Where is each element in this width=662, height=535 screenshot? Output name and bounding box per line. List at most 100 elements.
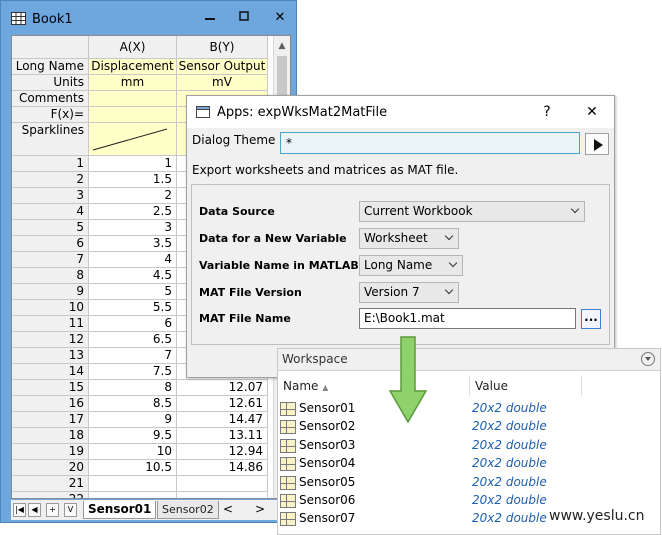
cell-a[interactable]: 10: [89, 444, 177, 460]
mat-file-name-input[interactable]: E:\Book1.mat: [359, 308, 576, 329]
cell-a[interactable]: 1: [89, 156, 177, 172]
book-close-icon[interactable]: ✕: [267, 7, 293, 29]
long-name-a[interactable]: Displacement: [89, 59, 177, 75]
help-icon[interactable]: ?: [537, 102, 557, 122]
browse-button[interactable]: ...: [581, 309, 601, 329]
cell-a[interactable]: 3.5: [89, 236, 177, 252]
theme-menu-button[interactable]: [585, 133, 609, 155]
cell-a[interactable]: 2.5: [89, 204, 177, 220]
variable-value: 20x2 double: [472, 456, 547, 471]
sheet-scroll-right[interactable]: >: [251, 501, 269, 519]
row-number[interactable]: 1: [12, 156, 89, 172]
row-number[interactable]: 6: [12, 236, 89, 252]
row-number[interactable]: 22: [12, 492, 89, 498]
dialog-theme-input[interactable]: *: [280, 132, 580, 154]
units-b[interactable]: mV: [177, 75, 268, 91]
cell-a[interactable]: 9: [89, 412, 177, 428]
cell-a[interactable]: 6: [89, 316, 177, 332]
cell-b[interactable]: 14.47: [177, 412, 268, 428]
variable-name: Sensor05: [299, 474, 356, 489]
row-number[interactable]: 17: [12, 412, 89, 428]
cell-b[interactable]: 14.86: [177, 460, 268, 476]
row-number[interactable]: 10: [12, 300, 89, 316]
variable-name-select[interactable]: Long Name: [359, 255, 463, 276]
cell-a[interactable]: [89, 476, 177, 492]
cell-b[interactable]: 12.94: [177, 444, 268, 460]
cell-a[interactable]: 5.5: [89, 300, 177, 316]
cell-a[interactable]: [89, 492, 177, 498]
maximize-icon[interactable]: [231, 7, 257, 29]
cell-a[interactable]: 1.5: [89, 172, 177, 188]
cell-a[interactable]: 8: [89, 380, 177, 396]
sheet-list-button[interactable]: V: [64, 503, 77, 517]
dialog-titlebar[interactable]: Apps: expWksMat2MatFile ? ✕: [187, 96, 614, 128]
long-name-b[interactable]: Sensor Output: [177, 59, 268, 75]
sheet-scroll-left[interactable]: <: [219, 501, 237, 519]
matrix-variable-icon: [280, 512, 296, 527]
cell-b[interactable]: 12.61: [177, 396, 268, 412]
cell-a[interactable]: 5: [89, 284, 177, 300]
grid-corner[interactable]: [12, 36, 89, 59]
row-number[interactable]: 16: [12, 396, 89, 412]
tab-sensor02[interactable]: Sensor02: [157, 501, 219, 519]
row-number[interactable]: 2: [12, 172, 89, 188]
minimize-icon[interactable]: [197, 7, 223, 29]
row-number[interactable]: 21: [12, 476, 89, 492]
scroll-up-icon[interactable]: ▲: [274, 38, 290, 54]
fx-a[interactable]: [89, 107, 177, 123]
row-number[interactable]: 20: [12, 460, 89, 476]
column-header-a[interactable]: A(X): [89, 36, 177, 59]
workspace-variable-row[interactable]: Sensor05 20x2 double: [278, 474, 660, 492]
cell-b[interactable]: 12.07: [177, 380, 268, 396]
cell-b[interactable]: 13.11: [177, 428, 268, 444]
cell-a[interactable]: 7: [89, 348, 177, 364]
row-number[interactable]: 11: [12, 316, 89, 332]
add-sheet-button[interactable]: +: [46, 503, 59, 517]
play-icon: [594, 139, 603, 151]
tab-sensor01[interactable]: Sensor01: [83, 501, 157, 519]
column-header-b[interactable]: B(Y): [177, 36, 268, 59]
cell-a[interactable]: 9.5: [89, 428, 177, 444]
row-number[interactable]: 18: [12, 428, 89, 444]
workspace-variable-row[interactable]: Sensor01 20x2 double: [278, 400, 660, 418]
variable-value: 20x2 double: [472, 437, 547, 452]
cell-a[interactable]: 7.5: [89, 364, 177, 380]
comments-a[interactable]: [89, 91, 177, 107]
cell-a[interactable]: 3: [89, 220, 177, 236]
row-number[interactable]: 5: [12, 220, 89, 236]
cell-a[interactable]: 10.5: [89, 460, 177, 476]
sparkline-a[interactable]: [89, 123, 177, 156]
row-number[interactable]: 8: [12, 268, 89, 284]
workspace-variable-row[interactable]: Sensor02 20x2 double: [278, 418, 660, 436]
first-sheet-button[interactable]: |◀: [13, 503, 26, 517]
cell-a[interactable]: 2: [89, 188, 177, 204]
down-arrow-icon: [389, 336, 427, 424]
workspace-menu-icon[interactable]: [641, 352, 655, 366]
cell-b[interactable]: [177, 476, 268, 492]
book-titlebar[interactable]: Book1 ✕: [1, 1, 296, 35]
data-source-select[interactable]: Current Workbook: [359, 201, 585, 222]
cell-a[interactable]: 4: [89, 252, 177, 268]
row-number[interactable]: 15: [12, 380, 89, 396]
new-variable-select[interactable]: Worksheet: [359, 228, 459, 249]
row-number[interactable]: 7: [12, 252, 89, 268]
row-number[interactable]: 13: [12, 348, 89, 364]
row-number[interactable]: 9: [12, 284, 89, 300]
workspace-variable-row[interactable]: Sensor04 20x2 double: [278, 455, 660, 473]
mat-version-select[interactable]: Version 7: [359, 282, 459, 303]
row-number[interactable]: 12: [12, 332, 89, 348]
row-number[interactable]: 4: [12, 204, 89, 220]
row-number[interactable]: 14: [12, 364, 89, 380]
row-number[interactable]: 3: [12, 188, 89, 204]
dialog-close-icon[interactable]: ✕: [582, 102, 602, 122]
workspace-variable-row[interactable]: Sensor03 20x2 double: [278, 437, 660, 455]
row-number[interactable]: 19: [12, 444, 89, 460]
prev-sheet-button[interactable]: ◀: [28, 503, 41, 517]
cell-b[interactable]: [177, 492, 268, 498]
cell-a[interactable]: 6.5: [89, 332, 177, 348]
column-name-header[interactable]: Name ▲: [278, 375, 470, 397]
units-a[interactable]: mm: [89, 75, 177, 91]
cell-a[interactable]: 8.5: [89, 396, 177, 412]
cell-a[interactable]: 4.5: [89, 268, 177, 284]
column-value-header[interactable]: Value: [470, 375, 582, 397]
